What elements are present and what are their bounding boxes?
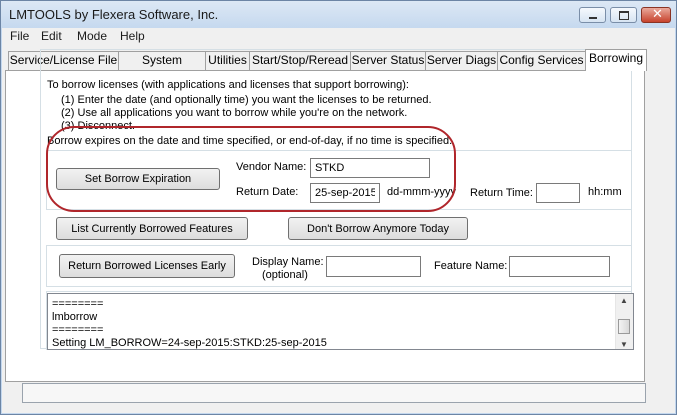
highlight-annotation [46, 126, 456, 212]
log-line: Setting LM_BORROW=24-sep-2015:STKD:25-se… [52, 337, 327, 349]
scroll-up-icon[interactable]: ▲ [620, 296, 628, 305]
display-name-optional: (optional) [262, 269, 308, 281]
return-time-input[interactable] [536, 183, 580, 203]
log-line: ======== [52, 298, 104, 310]
maximize-icon [619, 11, 629, 20]
title-bar[interactable]: LMTOOLS by Flexera Software, Inc. ✕ [1, 1, 676, 28]
display-name-input[interactable] [326, 256, 421, 277]
instructions-step-1: (1) Enter the date (and optionally time)… [61, 94, 432, 106]
menu-help[interactable]: Help [120, 29, 145, 43]
instructions-step-2: (2) Use all applications you want to bor… [61, 107, 408, 119]
minimize-icon [589, 17, 597, 19]
status-bar [22, 383, 646, 403]
menu-file[interactable]: File [10, 29, 29, 43]
return-time-label: Return Time: [470, 187, 533, 199]
list-borrowed-features-button[interactable]: List Currently Borrowed Features [56, 217, 248, 240]
feature-name-input[interactable] [509, 256, 610, 277]
close-button[interactable]: ✕ [641, 7, 671, 23]
dont-borrow-today-button[interactable]: Don't Borrow Anymore Today [288, 217, 468, 240]
time-format-hint: hh:mm [588, 186, 622, 198]
menu-edit[interactable]: Edit [41, 29, 62, 43]
instructions-intro: To borrow licenses (with applications an… [47, 79, 409, 91]
feature-name-label: Feature Name: [434, 260, 508, 272]
log-scrollbar[interactable]: ▲ ▼ [615, 294, 633, 349]
maximize-button[interactable] [610, 7, 637, 23]
return-early-button[interactable]: Return Borrowed Licenses Early [59, 254, 235, 278]
tab-borrowing[interactable]: Borrowing [585, 49, 647, 71]
menu-mode[interactable]: Mode [77, 29, 107, 43]
scroll-thumb[interactable] [618, 319, 630, 334]
log-line: ======== [52, 324, 104, 336]
menu-bar: File Edit Mode Help [2, 28, 675, 45]
close-icon: ✕ [652, 7, 663, 22]
window-title: LMTOOLS by Flexera Software, Inc. [9, 7, 219, 22]
display-name-label: Display Name: [252, 256, 324, 268]
log-output[interactable]: ======== lmborrow ======== Setting LM_BO… [47, 293, 634, 350]
scroll-down-icon[interactable]: ▼ [620, 340, 628, 349]
minimize-button[interactable] [579, 7, 606, 23]
log-line: lmborrow [52, 311, 98, 323]
